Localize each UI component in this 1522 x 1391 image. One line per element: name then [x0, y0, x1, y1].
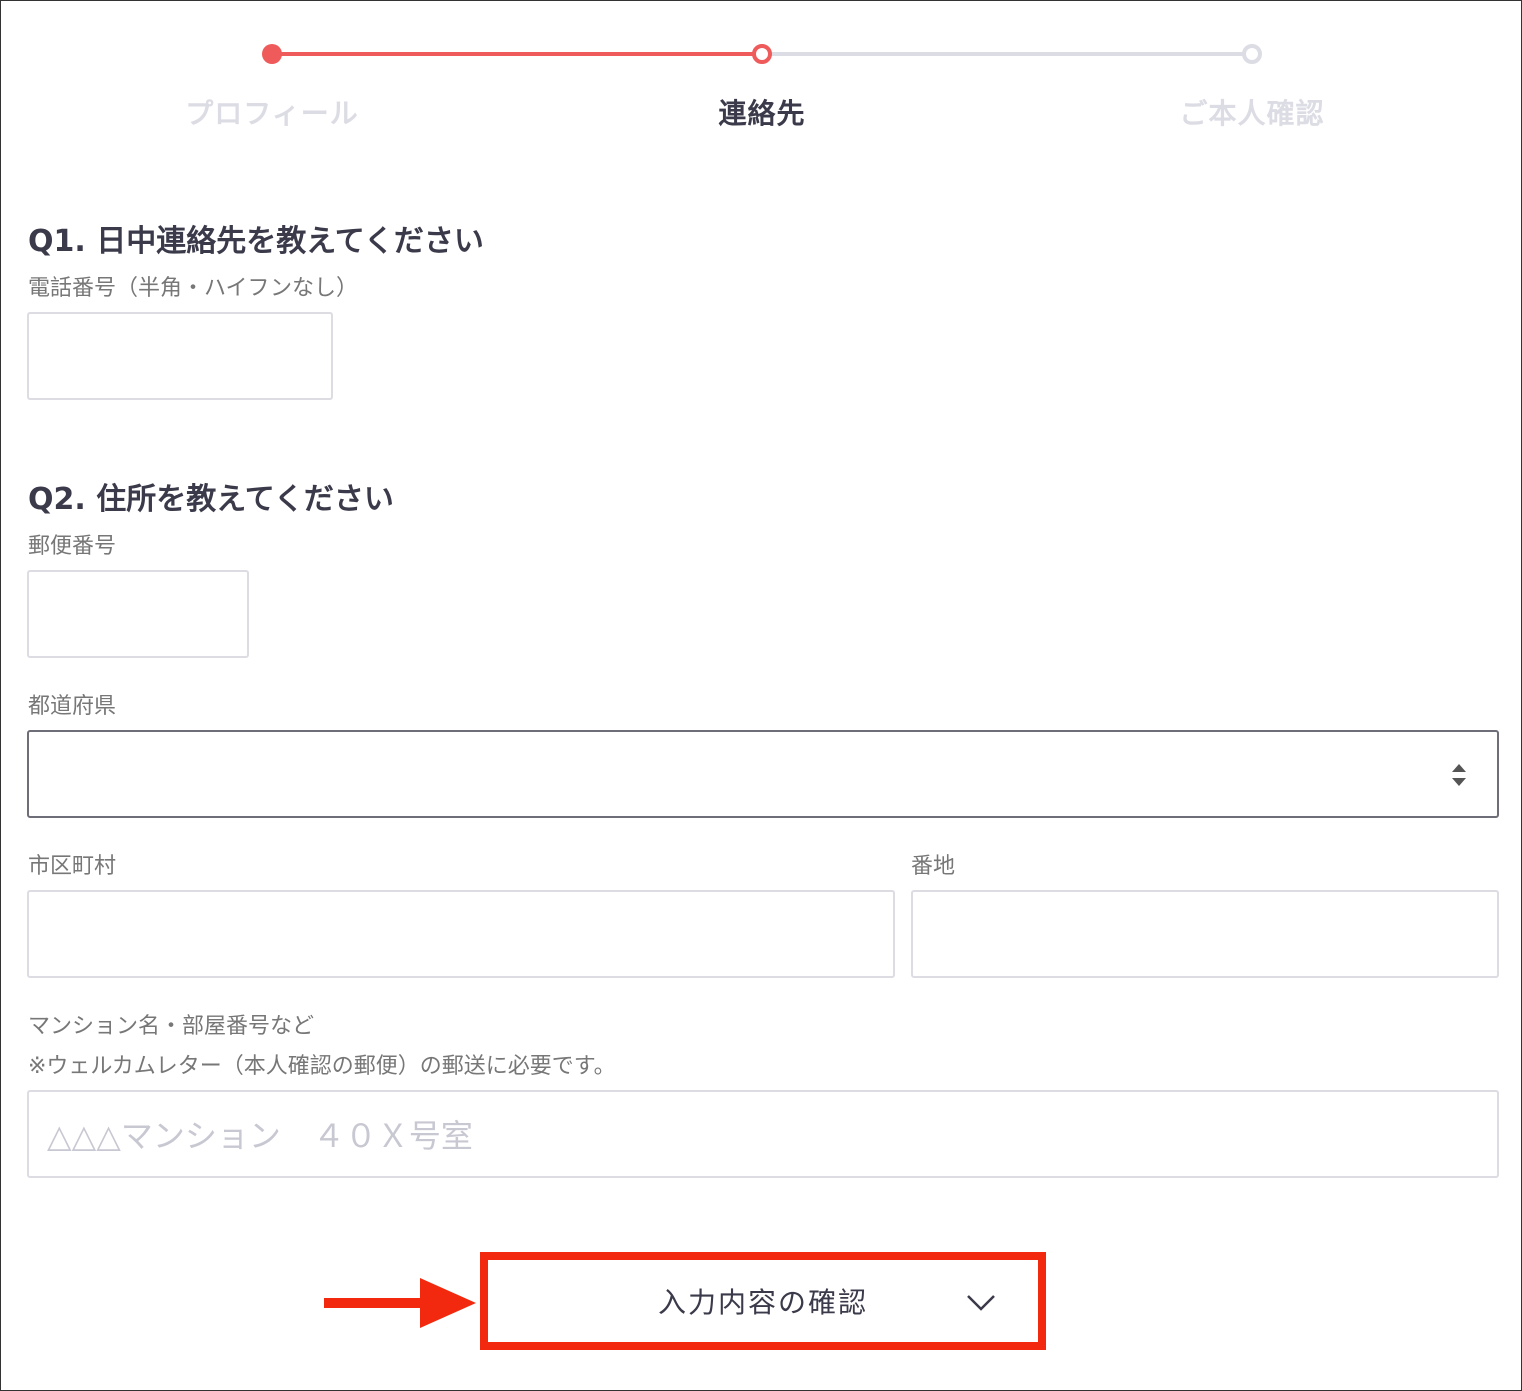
updown-arrows-icon — [1452, 764, 1466, 786]
step-dot-identity — [1242, 44, 1262, 64]
step-label-contact: 連絡先 — [718, 97, 806, 130]
q1-title: Q1. 日中連絡先を教えてください — [28, 224, 484, 259]
building-note: ※ウェルカムレター（本人確認の郵便）の郵送に必要です。 — [28, 1054, 616, 1079]
page-frame — [0, 0, 1522, 1391]
phone-input[interactable] — [27, 312, 333, 400]
prefecture-label: 都道府県 — [28, 694, 117, 719]
step-label-identity: ご本人確認 — [1179, 97, 1325, 130]
street-label: 番地 — [911, 854, 956, 879]
postal-label: 郵便番号 — [28, 534, 117, 559]
confirm-input-button[interactable]: 入力内容の確認 — [480, 1252, 1046, 1350]
stepper-track-upcoming — [762, 52, 1252, 56]
step-dot-profile — [262, 44, 282, 64]
building-label: マンション名・部屋番号など — [28, 1014, 315, 1039]
q2-title: Q2. 住所を教えてください — [28, 482, 394, 517]
step-dot-contact — [752, 44, 772, 64]
arrow-right-icon — [324, 1278, 476, 1328]
building-input[interactable]: △△△マンション ４０Ｘ号室 — [27, 1090, 1499, 1178]
confirm-button-label: 入力内容の確認 — [657, 1286, 868, 1319]
postal-code-input[interactable] — [27, 570, 249, 658]
phone-label: 電話番号（半角・ハイフンなし） — [28, 276, 359, 301]
city-input[interactable] — [27, 890, 895, 978]
prefecture-select[interactable] — [27, 730, 1499, 818]
city-label: 市区町村 — [28, 854, 117, 879]
stepper-track-done — [272, 52, 762, 56]
chevron-down-icon — [967, 1295, 995, 1311]
step-label-profile: プロフィール — [185, 97, 359, 130]
street-input[interactable] — [911, 890, 1499, 978]
